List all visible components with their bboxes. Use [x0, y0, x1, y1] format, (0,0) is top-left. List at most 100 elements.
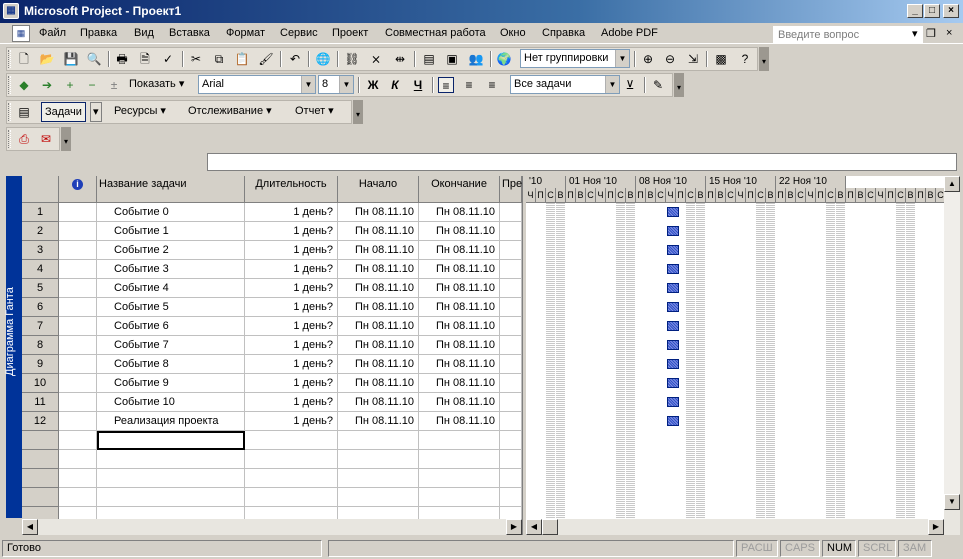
- chevron-down-icon[interactable]: ▼: [301, 76, 315, 93]
- indicator-cell[interactable]: [59, 279, 97, 298]
- zoom-out-icon[interactable]: ⊖: [662, 51, 678, 67]
- menu-tools[interactable]: Сервис: [280, 27, 318, 39]
- spelling-icon[interactable]: ✓: [160, 51, 176, 67]
- gantt-horizontal-scrollbar[interactable]: ◀ ▶: [526, 519, 960, 535]
- finish-cell[interactable]: Пн 08.11.10: [419, 355, 500, 374]
- indicator-cell[interactable]: [59, 222, 97, 241]
- tasks-dropdown[interactable]: ▾: [90, 102, 102, 122]
- minus-icon[interactable]: −: [84, 77, 100, 93]
- start-cell[interactable]: Пн 08.11.10: [338, 241, 419, 260]
- pdf-email-icon[interactable]: ✉: [38, 131, 54, 147]
- task-name-cell[interactable]: Событие 5: [97, 298, 245, 317]
- indicator-cell[interactable]: [59, 507, 97, 519]
- print-preview-icon[interactable]: 🗎: [137, 51, 153, 67]
- gantt-task-bar[interactable]: [667, 264, 679, 274]
- finish-cell[interactable]: [419, 450, 500, 469]
- table-row[interactable]: 6 Событие 51 день? Пн 08.11.10 Пн 08.11.10: [22, 298, 522, 317]
- gantt-task-bar[interactable]: [667, 340, 679, 350]
- start-cell[interactable]: [338, 507, 419, 519]
- indicator-cell[interactable]: [59, 203, 97, 222]
- menu-edit[interactable]: Правка: [80, 27, 117, 39]
- gantt-task-bar[interactable]: [667, 416, 679, 426]
- indicator-cell[interactable]: [59, 317, 97, 336]
- start-cell[interactable]: Пн 08.11.10: [338, 374, 419, 393]
- document-icon[interactable]: ▦: [12, 25, 30, 42]
- task-name-cell[interactable]: [97, 469, 245, 488]
- new-icon[interactable]: 🗋: [16, 51, 32, 67]
- tracking-button[interactable]: Отслеживание ▾: [185, 102, 275, 122]
- align-center-icon[interactable]: ≡: [461, 77, 477, 93]
- entry-input[interactable]: [207, 153, 957, 171]
- task-name-cell[interactable]: Событие 8: [97, 355, 245, 374]
- finish-cell[interactable]: Пн 08.11.10: [419, 203, 500, 222]
- gantt-task-bar[interactable]: [667, 321, 679, 331]
- gantt-task-bar[interactable]: [667, 359, 679, 369]
- row-number[interactable]: 7: [22, 317, 59, 336]
- show-button[interactable]: Показать ▾: [126, 75, 187, 95]
- finish-cell[interactable]: Пн 08.11.10: [419, 412, 500, 431]
- predecessors-cell[interactable]: [500, 279, 522, 298]
- predecessors-cell[interactable]: [500, 222, 522, 241]
- font-size-combo[interactable]: 8 ▼: [318, 75, 354, 94]
- predecessors-cell[interactable]: [500, 431, 522, 450]
- table-row[interactable]: 11 Событие 10 1 день? Пн 08.11.10 Пн 08.11.1…: [22, 393, 522, 412]
- task-name-cell[interactable]: Событие 3: [97, 260, 245, 279]
- row-number[interactable]: 5: [22, 279, 59, 298]
- autofilter-icon[interactable]: ⊻: [622, 77, 638, 93]
- row-number[interactable]: 2: [22, 222, 59, 241]
- duration-cell[interactable]: [245, 469, 338, 488]
- duration-cell[interactable]: 1 день?: [245, 203, 338, 222]
- indicator-cell[interactable]: [59, 488, 97, 507]
- filter-combo[interactable]: Все задачи ▼: [510, 75, 620, 94]
- table-row[interactable]: 8 Событие 71 день? Пн 08.11.10 Пн 08.11.10: [22, 336, 522, 355]
- chevron-down-icon[interactable]: ▼: [615, 50, 629, 67]
- indicator-column-header[interactable]: i: [59, 176, 97, 203]
- underline-button[interactable]: Ч: [410, 77, 426, 93]
- print-icon[interactable]: 🖶: [114, 51, 130, 67]
- minimize-button[interactable]: _: [907, 4, 923, 18]
- row-number[interactable]: [22, 431, 59, 450]
- indicator-cell[interactable]: [59, 374, 97, 393]
- grouping-combo[interactable]: Нет группировки ▼: [520, 49, 630, 68]
- indicator-cell[interactable]: [59, 355, 97, 374]
- menu-insert[interactable]: Вставка: [169, 27, 210, 39]
- duration-cell[interactable]: [245, 507, 338, 519]
- predecessors-cell[interactable]: [500, 241, 522, 260]
- scroll-up-button[interactable]: ▲: [944, 176, 960, 192]
- predecessors-cell[interactable]: [500, 450, 522, 469]
- scroll-left-button[interactable]: ◀: [22, 519, 38, 535]
- indicator-cell[interactable]: [59, 469, 97, 488]
- start-cell[interactable]: [338, 469, 419, 488]
- finish-cell[interactable]: [419, 488, 500, 507]
- task-name-cell[interactable]: Событие 7: [97, 336, 245, 355]
- cut-icon[interactable]: ✂: [188, 51, 204, 67]
- gantt-task-bar[interactable]: [667, 207, 679, 217]
- duration-cell[interactable]: [245, 488, 338, 507]
- row-number[interactable]: 11: [22, 393, 59, 412]
- finish-cell[interactable]: Пн 08.11.10: [419, 298, 500, 317]
- task-info-icon[interactable]: ▤: [421, 51, 437, 67]
- select-all-corner[interactable]: [22, 176, 59, 203]
- bold-button[interactable]: Ж: [365, 77, 381, 93]
- indicator-cell[interactable]: [59, 393, 97, 412]
- task-name-cell[interactable]: Событие 9: [97, 374, 245, 393]
- unlink-tasks-icon[interactable]: ⨯: [368, 51, 384, 67]
- start-cell[interactable]: Пн 08.11.10: [338, 222, 419, 241]
- table-row[interactable]: [22, 469, 522, 488]
- table-row[interactable]: 4 Событие 31 день? Пн 08.11.10 Пн 08.11.10: [22, 260, 522, 279]
- view-bar[interactable]: Диаграмма Ганта: [4, 176, 22, 518]
- row-number[interactable]: 10: [22, 374, 59, 393]
- start-cell[interactable]: [338, 488, 419, 507]
- tasks-button[interactable]: Задачи: [41, 102, 86, 122]
- start-cell[interactable]: Пн 08.11.10: [338, 412, 419, 431]
- toolbar-options-chevron[interactable]: ▾: [674, 73, 684, 97]
- predecessors-cell[interactable]: [500, 412, 522, 431]
- task-name-cell[interactable]: Реализация проекта: [97, 412, 245, 431]
- row-number[interactable]: 9: [22, 355, 59, 374]
- name-column-header[interactable]: Название задачи: [97, 176, 245, 203]
- duration-cell[interactable]: 1 день?: [245, 298, 338, 317]
- toolbar-options-chevron[interactable]: ▾: [759, 47, 769, 71]
- menu-project[interactable]: Проект: [332, 27, 368, 39]
- gantt-task-bar[interactable]: [667, 302, 679, 312]
- project-guide-icon[interactable]: ▤: [16, 104, 32, 120]
